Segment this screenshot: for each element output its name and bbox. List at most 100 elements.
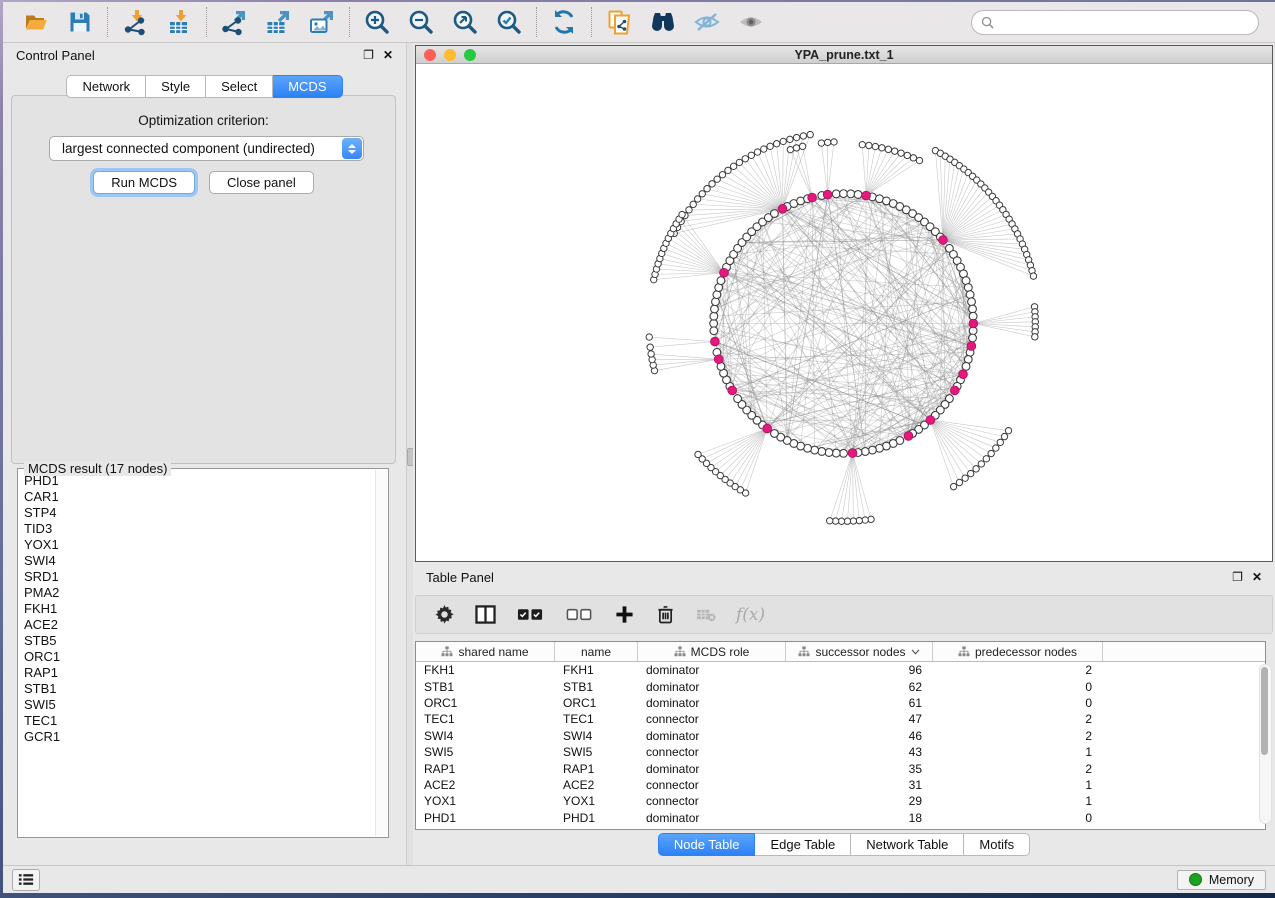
float-panel-icon[interactable]: ❐ <box>1232 571 1243 583</box>
minimize-window-icon[interactable] <box>444 49 456 61</box>
close-window-icon[interactable] <box>424 49 436 61</box>
cell-name[interactable]: SWI5 <box>555 745 638 759</box>
tab-edge-table[interactable]: Edge Table <box>755 833 851 856</box>
import-network-icon[interactable] <box>119 8 151 36</box>
zoom-window-icon[interactable] <box>464 49 476 61</box>
export-image-icon[interactable] <box>306 8 338 36</box>
cell-predecessor-nodes[interactable]: 1 <box>933 778 1103 792</box>
table-scrollbar[interactable] <box>1259 664 1272 824</box>
cell-successor-nodes[interactable]: 47 <box>786 712 933 726</box>
mcds-result-item[interactable]: PHD1 <box>24 473 375 489</box>
cell-successor-nodes[interactable]: 61 <box>786 696 933 710</box>
open-file-icon[interactable] <box>20 8 52 36</box>
mcds-result-item[interactable]: SWI4 <box>24 553 375 569</box>
clone-network-icon[interactable] <box>603 8 635 36</box>
cell-predecessor-nodes[interactable]: 0 <box>933 696 1103 710</box>
cell-shared-name[interactable]: PHD1 <box>416 811 555 825</box>
mcds-list-scrollbar[interactable] <box>375 470 387 836</box>
tab-select[interactable]: Select <box>206 75 273 98</box>
mcds-result-item[interactable]: SWI5 <box>24 697 375 713</box>
table-row[interactable]: ORC1ORC1dominator610 <box>416 695 1265 711</box>
column-header-predecessor-nodes[interactable]: predecessor nodes <box>933 642 1103 661</box>
table-row[interactable]: TEC1TEC1connector472 <box>416 711 1265 727</box>
import-table-icon[interactable] <box>163 8 195 36</box>
cell-shared-name[interactable]: TEC1 <box>416 712 555 726</box>
mcds-result-item[interactable]: ACE2 <box>24 617 375 633</box>
cell-shared-name[interactable]: SWI5 <box>416 745 555 759</box>
cell-shared-name[interactable]: STB1 <box>416 680 555 694</box>
cell-MCDS-role[interactable]: dominator <box>638 762 786 776</box>
mcds-result-item[interactable]: TID3 <box>24 521 375 537</box>
mcds-result-item[interactable]: STB5 <box>24 633 375 649</box>
export-table-icon[interactable] <box>262 8 294 36</box>
cell-name[interactable]: RAP1 <box>555 762 638 776</box>
cell-predecessor-nodes[interactable]: 1 <box>933 745 1103 759</box>
cell-successor-nodes[interactable]: 29 <box>786 794 933 808</box>
gear-icon[interactable] <box>433 604 455 626</box>
table-row[interactable]: SWI5SWI5connector431 <box>416 744 1265 760</box>
mcds-result-item[interactable]: STB1 <box>24 681 375 697</box>
column-header-successor-nodes[interactable]: successor nodes <box>786 642 933 661</box>
cell-successor-nodes[interactable]: 35 <box>786 762 933 776</box>
select-all-icon[interactable] <box>515 604 545 626</box>
table-row[interactable]: SWI4SWI4dominator462 <box>416 728 1265 744</box>
mcds-result-item[interactable]: STP4 <box>24 505 375 521</box>
zoom-fit-icon[interactable] <box>449 8 481 36</box>
cell-shared-name[interactable]: RAP1 <box>416 762 555 776</box>
cell-shared-name[interactable]: FKH1 <box>416 663 555 677</box>
mcds-result-item[interactable]: CAR1 <box>24 489 375 505</box>
mcds-result-item[interactable]: PMA2 <box>24 585 375 601</box>
cell-predecessor-nodes[interactable]: 2 <box>933 663 1103 677</box>
cell-MCDS-role[interactable]: dominator <box>638 811 786 825</box>
cell-shared-name[interactable]: ACE2 <box>416 778 555 792</box>
cell-predecessor-nodes[interactable]: 0 <box>933 680 1103 694</box>
column-header-shared-name[interactable]: shared name <box>416 642 555 661</box>
optimization-criterion-select[interactable]: largest connected component (undirected) <box>49 136 364 161</box>
table-row[interactable]: RAP1RAP1dominator352 <box>416 760 1265 776</box>
cell-MCDS-role[interactable]: connector <box>638 778 786 792</box>
memory-button[interactable]: Memory <box>1177 870 1266 890</box>
delete-icon[interactable] <box>654 604 676 626</box>
export-network-icon[interactable] <box>218 8 250 36</box>
cell-name[interactable]: STB1 <box>555 680 638 694</box>
cell-MCDS-role[interactable]: connector <box>638 745 786 759</box>
tab-motifs[interactable]: Motifs <box>964 833 1030 856</box>
cell-successor-nodes[interactable]: 96 <box>786 663 933 677</box>
close-panel-button[interactable]: Close panel <box>209 171 314 194</box>
network-canvas[interactable] <box>416 64 1272 561</box>
mcds-result-item[interactable]: RAP1 <box>24 665 375 681</box>
tab-style[interactable]: Style <box>146 75 206 98</box>
close-panel-icon[interactable]: ✕ <box>1252 571 1262 583</box>
zoom-selected-icon[interactable] <box>493 8 525 36</box>
close-panel-icon[interactable]: ✕ <box>383 49 393 61</box>
column-header-name[interactable]: name <box>555 642 638 661</box>
cell-shared-name[interactable]: SWI4 <box>416 729 555 743</box>
cell-predecessor-nodes[interactable]: 2 <box>933 729 1103 743</box>
cell-successor-nodes[interactable]: 43 <box>786 745 933 759</box>
cell-shared-name[interactable]: ORC1 <box>416 696 555 710</box>
show-all-icon[interactable] <box>735 8 767 36</box>
cell-predecessor-nodes[interactable]: 2 <box>933 762 1103 776</box>
cell-MCDS-role[interactable]: dominator <box>638 680 786 694</box>
network-window-titlebar[interactable]: YPA_prune.txt_1 <box>416 46 1272 64</box>
column-header-MCDS-role[interactable]: MCDS role <box>638 642 786 661</box>
tab-network[interactable]: Network <box>66 75 146 98</box>
deselect-all-icon[interactable] <box>564 604 594 626</box>
cell-name[interactable]: TEC1 <box>555 712 638 726</box>
cell-name[interactable]: SWI4 <box>555 729 638 743</box>
mcds-result-item[interactable]: FKH1 <box>24 601 375 617</box>
table-row[interactable]: YOX1YOX1connector291 <box>416 793 1265 809</box>
save-session-icon[interactable] <box>64 8 96 36</box>
cell-predecessor-nodes[interactable]: 1 <box>933 794 1103 808</box>
cell-MCDS-role[interactable]: connector <box>638 712 786 726</box>
cell-MCDS-role[interactable]: dominator <box>638 663 786 677</box>
cell-successor-nodes[interactable]: 46 <box>786 729 933 743</box>
refresh-view-icon[interactable] <box>548 8 580 36</box>
cell-name[interactable]: FKH1 <box>555 663 638 677</box>
tab-mcds[interactable]: MCDS <box>273 75 342 98</box>
run-mcds-button[interactable]: Run MCDS <box>93 171 195 194</box>
cell-predecessor-nodes[interactable]: 0 <box>933 811 1103 825</box>
table-row[interactable]: STB1STB1dominator620 <box>416 678 1265 694</box>
tab-node-table[interactable]: Node Table <box>658 833 756 856</box>
split-columns-icon[interactable] <box>474 604 496 626</box>
